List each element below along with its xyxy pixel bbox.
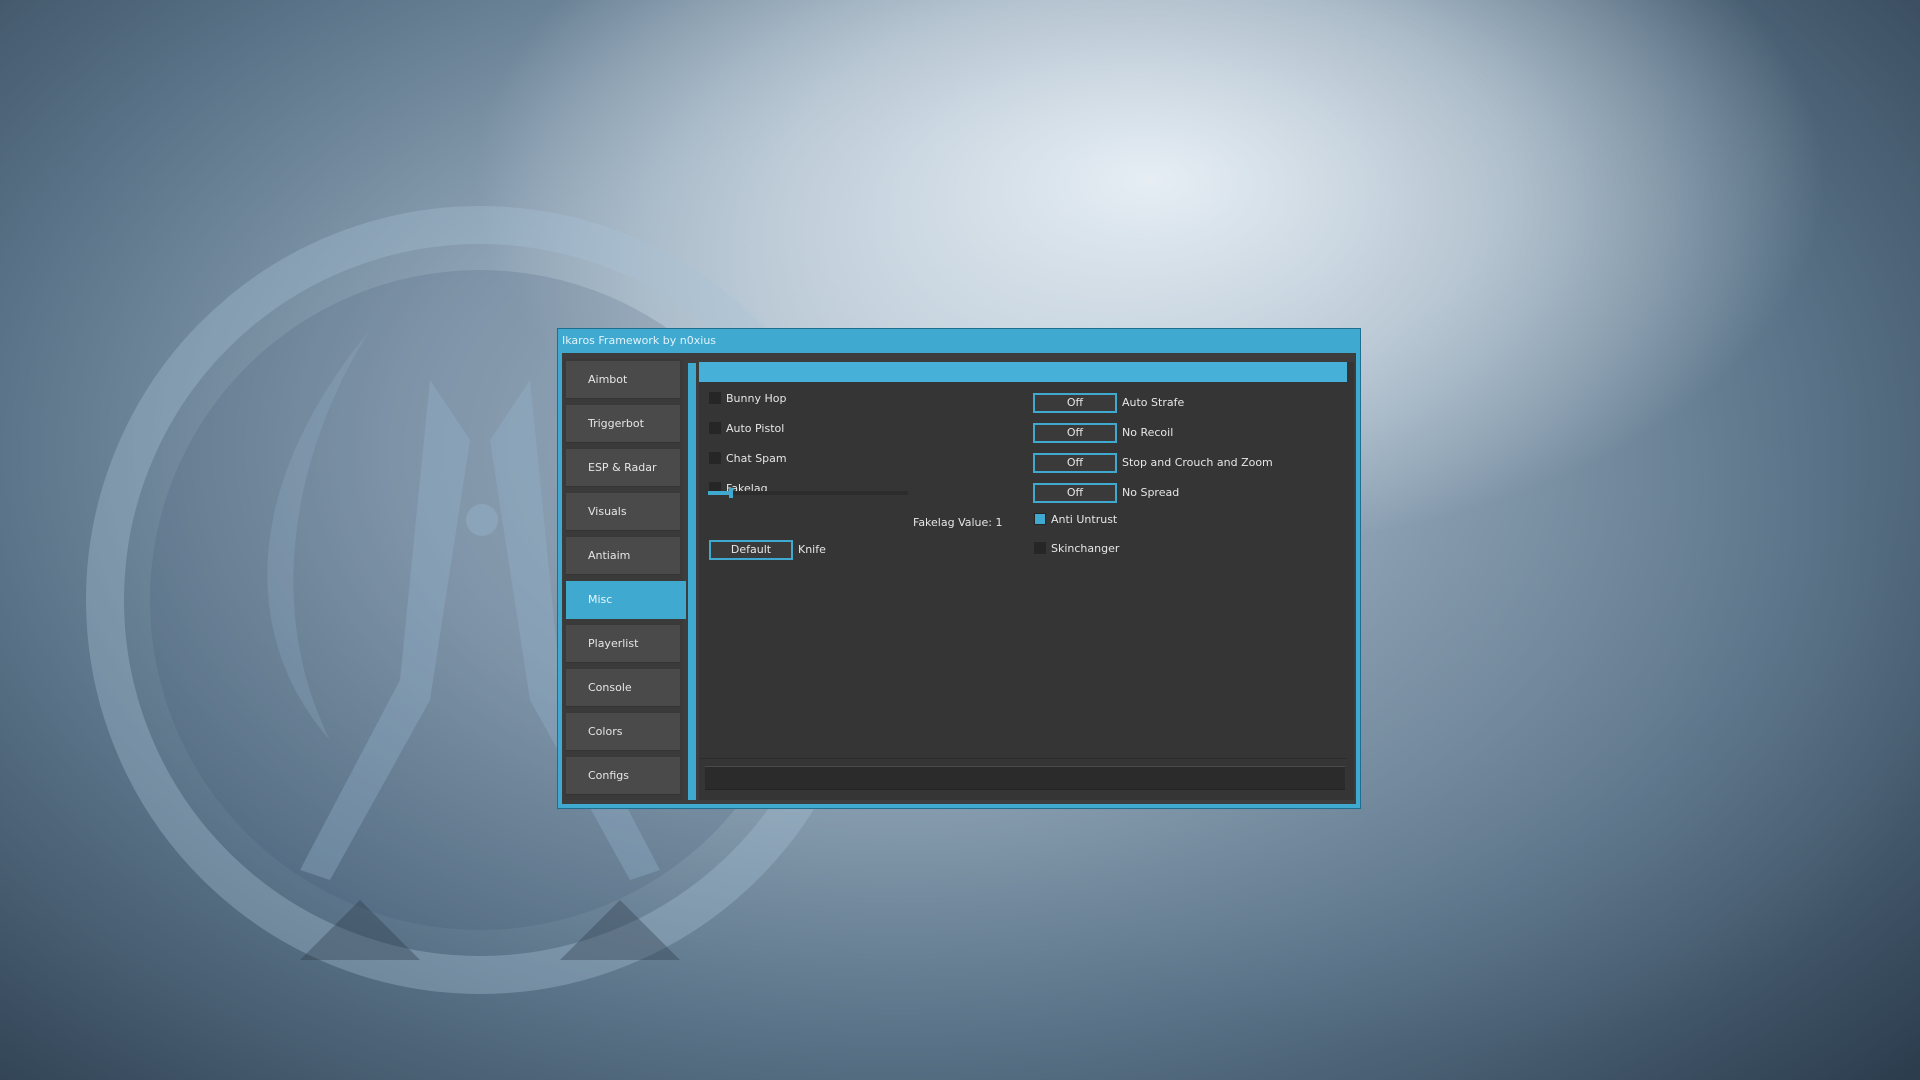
tab-esp-radar[interactable]: ESP & Radar <box>566 449 680 487</box>
tab-playerlist[interactable]: Playerlist <box>566 625 680 663</box>
tab-triggerbot[interactable]: Triggerbot <box>566 405 680 443</box>
tab-misc[interactable]: Misc <box>566 581 686 619</box>
tab-label: Configs <box>588 769 630 782</box>
tab-configs[interactable]: Configs <box>566 757 680 795</box>
tab-colors[interactable]: Colors <box>566 713 680 751</box>
no-spread-label: No Spread <box>1122 486 1180 499</box>
tab-console[interactable]: Console <box>566 669 680 707</box>
auto-pistol-label: Auto Pistol <box>726 422 785 435</box>
auto-strafe-toggle[interactable]: Off <box>1033 393 1117 413</box>
tab-visuals[interactable]: Visuals <box>566 493 680 531</box>
knife-select-button[interactable]: Default <box>709 540 793 560</box>
fakelag-slider[interactable] <box>708 488 908 498</box>
sidebar: Aimbot Triggerbot ESP & Radar Visuals An… <box>563 359 686 800</box>
no-recoil-label: No Recoil <box>1122 426 1174 439</box>
panel-header-bar <box>699 362 1347 382</box>
slider-thumb[interactable] <box>729 488 733 498</box>
tab-label: Antiaim <box>588 549 631 562</box>
slider-track <box>708 491 908 495</box>
chat-spam-checkbox[interactable] <box>709 452 721 464</box>
auto-strafe-label: Auto Strafe <box>1122 396 1185 409</box>
cheat-menu-window: Ikaros Framework by n0xius Aimbot Trigge… <box>557 328 1361 809</box>
tab-label: Visuals <box>588 505 627 518</box>
auto-pistol-checkbox[interactable] <box>709 422 721 434</box>
sidebar-divider <box>688 363 696 800</box>
tab-label: Playerlist <box>588 637 639 650</box>
tab-label: Console <box>588 681 632 694</box>
tab-antiaim[interactable]: Antiaim <box>566 537 680 575</box>
status-bar <box>705 766 1345 790</box>
tab-aimbot[interactable]: Aimbot <box>566 361 680 399</box>
window-title: Ikaros Framework by n0xius <box>562 334 717 347</box>
skinchanger-checkbox[interactable] <box>1034 542 1046 554</box>
chat-spam-label: Chat Spam <box>726 452 787 465</box>
slider-fill <box>708 491 729 495</box>
anti-untrust-checkbox[interactable] <box>1034 513 1046 525</box>
panel-divider <box>699 758 1347 759</box>
tab-label: Triggerbot <box>588 417 644 430</box>
tab-label: ESP & Radar <box>588 461 657 474</box>
knife-label: Knife <box>798 543 826 556</box>
tab-label: Misc <box>588 593 613 606</box>
skinchanger-label: Skinchanger <box>1051 542 1120 555</box>
tab-label: Aimbot <box>588 373 628 386</box>
bunny-hop-label: Bunny Hop <box>726 392 787 405</box>
window-frame-right <box>1356 353 1360 808</box>
window-frame-bottom <box>558 804 1360 808</box>
anti-untrust-label: Anti Untrust <box>1051 513 1118 526</box>
tab-label: Colors <box>588 725 623 738</box>
fakelag-value-label: Fakelag Value: 1 <box>913 516 1003 529</box>
no-recoil-toggle[interactable]: Off <box>1033 423 1117 443</box>
window-frame-left <box>558 353 562 808</box>
stop-crouch-zoom-label: Stop and Crouch and Zoom <box>1122 456 1273 469</box>
no-spread-toggle[interactable]: Off <box>1033 483 1117 503</box>
misc-panel: Bunny Hop Auto Pistol Chat Spam Fakelag … <box>699 362 1354 800</box>
title-bar[interactable]: Ikaros Framework by n0xius <box>558 329 1360 353</box>
bunny-hop-checkbox[interactable] <box>709 392 721 404</box>
stop-crouch-zoom-toggle[interactable]: Off <box>1033 453 1117 473</box>
